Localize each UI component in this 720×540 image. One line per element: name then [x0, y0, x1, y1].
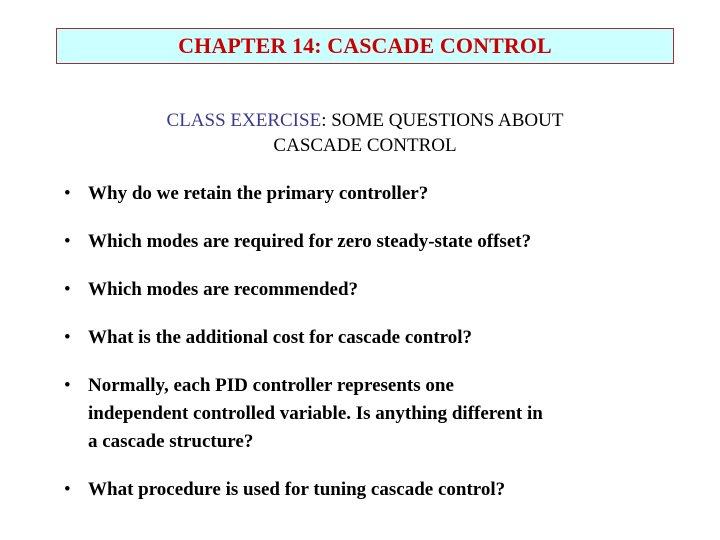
subtitle-line-1-rest: : SOME QUESTIONS ABOUT [321, 110, 564, 131]
slide-subtitle: CLASS EXERCISE: SOME QUESTIONS ABOUT CAS… [56, 108, 674, 158]
list-item: • Normally, each PID controller represent… [60, 372, 700, 456]
page-title: CHAPTER 14: CASCADE CONTROL [178, 33, 552, 58]
list-item-label: Which modes are recommended? [88, 276, 673, 304]
bullet-dot-icon: • [64, 183, 71, 204]
bullet-list: • Why do we retain the primary controller… [60, 180, 700, 504]
list-item-label: Which modes are required for zero steady… [88, 228, 673, 256]
list-item: • What is the additional cost for cascade… [60, 324, 700, 352]
list-item-line: Why do we retain the primary controller? [88, 183, 429, 204]
list-item: • Which modes are recommended? [60, 276, 700, 304]
subtitle-line-1: CLASS EXERCISE: SOME QUESTIONS ABOUT [56, 108, 674, 133]
bullet-dot-icon: • [64, 479, 71, 500]
bullet-dot-icon: • [64, 231, 71, 252]
list-item-line: What procedure is used for tuning cascad… [88, 479, 506, 500]
list-item-line: What is the additional cost for cascade … [88, 327, 473, 348]
list-item-line: Which modes are required for zero steady… [88, 231, 532, 252]
bullet-dot-icon: • [64, 279, 71, 300]
list-item: • Which modes are required for zero stead… [60, 228, 700, 256]
bullet-dot-icon: • [64, 327, 71, 348]
subtitle-highlight: CLASS EXERCISE [166, 110, 322, 131]
list-item: • What procedure is used for tuning casca… [60, 476, 700, 504]
list-item-line: Which modes are recommended? [88, 279, 359, 300]
list-item-label: What procedure is used for tuning cascad… [88, 476, 673, 504]
list-item-label: Normally, each PID controller represents… [88, 372, 673, 456]
slide-title-box: CHAPTER 14: CASCADE CONTROL [56, 28, 674, 64]
slide-canvas: CHAPTER 14: CASCADE CONTROL CLASS EXERCI… [0, 0, 720, 540]
list-item: • Why do we retain the primary controller… [60, 180, 700, 208]
list-item-label: Why do we retain the primary controller? [88, 180, 673, 208]
list-item-line: independent controlled variable. Is anyt… [88, 403, 543, 424]
bullet-dot-icon: • [64, 375, 71, 396]
subtitle-line-2: CASCADE CONTROL [273, 135, 457, 156]
list-item-line: a cascade structure? [88, 431, 254, 452]
list-item-line: Normally, each PID controller represents… [88, 375, 454, 396]
list-item-label: What is the additional cost for cascade … [88, 324, 673, 352]
